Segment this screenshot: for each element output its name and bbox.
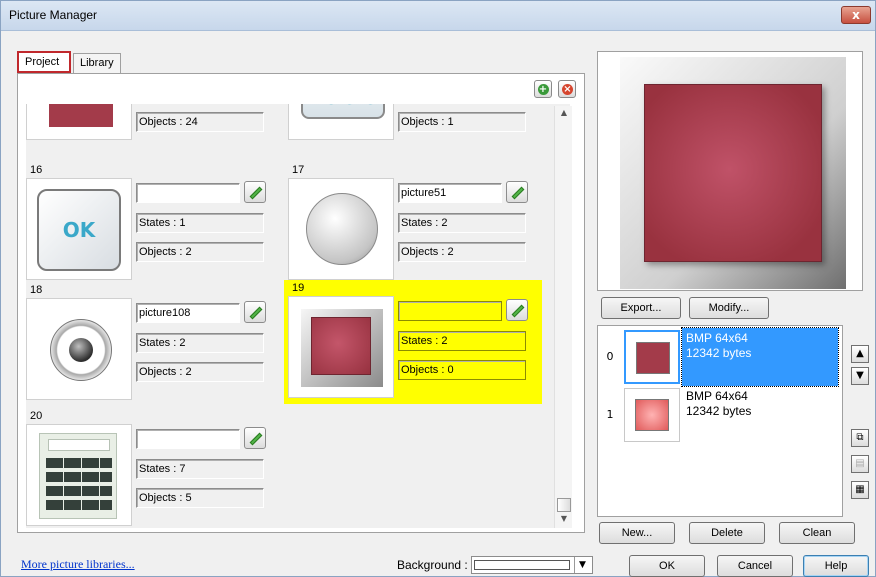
edit-name-button[interactable] bbox=[506, 181, 528, 203]
edit-name-button[interactable] bbox=[244, 301, 266, 323]
clean-state-button[interactable]: Clean bbox=[779, 522, 855, 544]
objects-field: Objects : 24 bbox=[136, 112, 264, 132]
round-button-picture bbox=[306, 193, 378, 265]
pencil-icon bbox=[511, 186, 525, 200]
picture-preview bbox=[597, 51, 863, 291]
modify-button[interactable]: Modify... bbox=[689, 297, 769, 319]
help-button[interactable]: Help bbox=[803, 555, 869, 577]
states-field: States : 2 bbox=[398, 213, 526, 233]
list-scrollbar[interactable]: ▲ ▼ bbox=[554, 106, 572, 528]
picture-item[interactable]: 16 OK States : 1 Objects : 2 bbox=[26, 164, 276, 280]
scroll-thumb[interactable] bbox=[557, 498, 571, 512]
picture-thumbnail[interactable]: OK bbox=[26, 178, 132, 280]
objects-field: Objects : 0 bbox=[398, 360, 526, 380]
cancel-button[interactable]: Cancel bbox=[717, 555, 793, 577]
state-row[interactable]: 0 BMP 64x64 12342 bytes bbox=[598, 327, 842, 387]
picture-item[interactable]: 18 picture108 States : 2 Objects : 2 bbox=[26, 284, 276, 400]
pencil-icon bbox=[249, 186, 263, 200]
states-field: States : 1 bbox=[136, 213, 264, 233]
copy-state-icon[interactable]: ⧉ bbox=[851, 429, 869, 447]
window-title: Picture Manager bbox=[9, 8, 98, 22]
delete-state-button[interactable]: Delete bbox=[689, 522, 765, 544]
picture-list-panel: + × Objects : 24 Delete Objects : 1 16 bbox=[17, 73, 585, 533]
item-number: 20 bbox=[30, 410, 43, 422]
picture-thumbnail[interactable] bbox=[26, 298, 132, 400]
new-state-button[interactable]: New... bbox=[599, 522, 675, 544]
background-color-select[interactable]: ▼ bbox=[471, 556, 593, 574]
picture-name-field[interactable] bbox=[136, 429, 240, 449]
state-info: BMP 64x64 12342 bytes bbox=[682, 386, 838, 444]
state-info: BMP 64x64 12342 bytes bbox=[681, 327, 839, 387]
edit-name-button[interactable] bbox=[244, 181, 266, 203]
state-index: 1 bbox=[606, 408, 614, 421]
pencil-icon bbox=[511, 304, 525, 318]
states-field: States : 7 bbox=[136, 459, 264, 479]
states-field: States : 2 bbox=[136, 333, 264, 353]
picture-name-field[interactable]: picture51 bbox=[398, 183, 502, 203]
state-thumbnail bbox=[624, 330, 680, 384]
list-toolbar: + × bbox=[531, 80, 576, 98]
state-thumbnail bbox=[624, 388, 680, 442]
knob-picture bbox=[50, 319, 112, 381]
objects-field: Objects : 2 bbox=[136, 242, 264, 262]
export-button[interactable]: Export... bbox=[601, 297, 681, 319]
objects-field: Objects : 5 bbox=[136, 488, 264, 508]
picture-item[interactable]: 17 picture51 States : 2 Objects : 2 bbox=[288, 164, 538, 280]
preview-red-square bbox=[644, 84, 822, 262]
background-swatch bbox=[474, 560, 570, 570]
picture-name-field[interactable] bbox=[398, 301, 502, 321]
item-number: 16 bbox=[30, 164, 43, 176]
state-size: 12342 bytes bbox=[686, 404, 752, 418]
state-list: 0 BMP 64x64 12342 bytes 1 BMP 64x64 1234… bbox=[597, 325, 843, 517]
edit-name-button[interactable] bbox=[244, 427, 266, 449]
objects-field: Objects : 2 bbox=[136, 362, 264, 382]
state-size: 12342 bytes bbox=[686, 346, 752, 360]
picture-item[interactable]: 20 States : 7 Objects : 5 bbox=[26, 410, 276, 526]
pencil-icon bbox=[249, 432, 263, 446]
item-number: 18 bbox=[30, 284, 43, 296]
red-square-picture bbox=[49, 104, 113, 127]
delete-button-picture: Delete bbox=[301, 104, 385, 119]
tab-project[interactable]: Project bbox=[17, 51, 71, 73]
red-square-picture bbox=[301, 309, 383, 387]
more-picture-libraries-link[interactable]: More picture libraries... bbox=[21, 557, 135, 572]
checker-state-icon[interactable]: ▦ bbox=[851, 481, 869, 499]
objects-field: Objects : 1 bbox=[398, 112, 526, 132]
states-field: States : 2 bbox=[398, 331, 526, 351]
title-bar[interactable]: Picture Manager x bbox=[1, 1, 875, 31]
picture-list: Objects : 24 Delete Objects : 1 16 OK St… bbox=[26, 104, 570, 528]
background-label: Background : bbox=[397, 558, 468, 572]
state-row[interactable]: 1 BMP 64x64 12342 bytes bbox=[598, 386, 842, 444]
ok-button[interactable]: OK bbox=[629, 555, 705, 577]
keypad-picture bbox=[39, 433, 117, 519]
close-button[interactable]: x bbox=[841, 6, 871, 24]
pencil-icon bbox=[249, 306, 263, 320]
item-number: 19 bbox=[292, 282, 305, 294]
picture-item-selected[interactable]: 19 States : 2 Objects : 0 bbox=[284, 280, 542, 404]
paste-state-icon[interactable]: ▤ bbox=[851, 455, 869, 473]
picture-thumbnail[interactable] bbox=[288, 296, 394, 398]
tab-library[interactable]: Library bbox=[73, 53, 121, 73]
move-up-icon[interactable]: ▲ bbox=[851, 345, 869, 363]
remove-picture-icon[interactable]: × bbox=[558, 80, 576, 98]
picture-manager-window: Picture Manager x Project Library + × Ob… bbox=[0, 0, 876, 577]
state-index: 0 bbox=[606, 350, 614, 363]
picture-thumbnail[interactable] bbox=[26, 104, 132, 140]
move-down-icon[interactable]: ▼ bbox=[851, 367, 869, 385]
picture-name-field[interactable] bbox=[136, 183, 240, 203]
objects-field: Objects : 2 bbox=[398, 242, 526, 262]
state-format: BMP 64x64 bbox=[686, 331, 748, 345]
ok-button-picture: OK bbox=[37, 189, 121, 271]
add-picture-icon[interactable]: + bbox=[533, 80, 552, 98]
item-number: 17 bbox=[292, 164, 305, 176]
picture-name-field[interactable]: picture108 bbox=[136, 303, 240, 323]
chevron-down-icon[interactable]: ▼ bbox=[574, 557, 590, 573]
picture-thumbnail[interactable] bbox=[26, 424, 132, 526]
state-format: BMP 64x64 bbox=[686, 389, 748, 403]
scroll-up-arrow-icon[interactable]: ▲ bbox=[558, 108, 570, 120]
scroll-down-arrow-icon[interactable]: ▼ bbox=[558, 514, 570, 526]
edit-name-button[interactable] bbox=[506, 299, 528, 321]
picture-thumbnail[interactable] bbox=[288, 178, 394, 280]
picture-thumbnail[interactable]: Delete bbox=[288, 104, 394, 140]
